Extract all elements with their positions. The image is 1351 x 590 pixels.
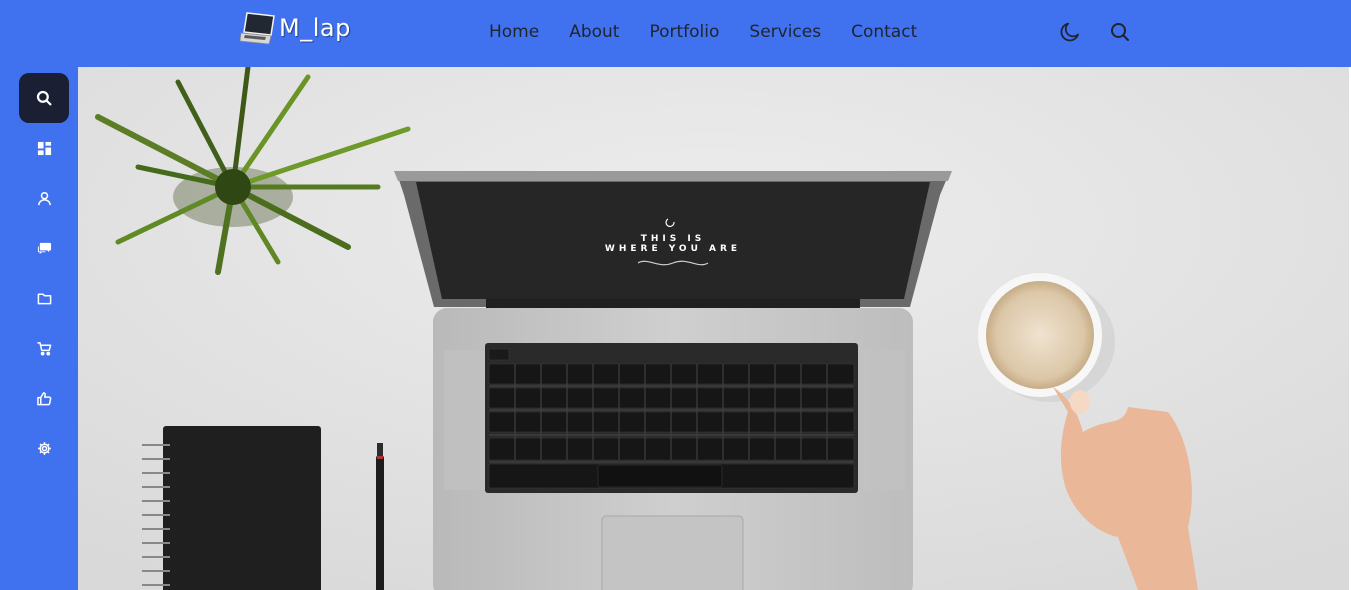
laptop-logo-icon bbox=[240, 12, 275, 45]
laptop-decoration: THIS IS WHERE YOU ARE bbox=[394, 171, 952, 590]
sidebar-item-search[interactable] bbox=[19, 73, 69, 123]
nav-contact[interactable]: Contact bbox=[851, 20, 917, 44]
sidebar-item-settings[interactable] bbox=[19, 428, 69, 468]
nav-services[interactable]: Services bbox=[749, 20, 821, 44]
chat-icon bbox=[37, 242, 51, 254]
gear-icon bbox=[37, 441, 51, 455]
sidebar-item-dashboard[interactable] bbox=[19, 128, 69, 168]
user-icon bbox=[37, 191, 51, 205]
hero-banner: THIS IS WHERE YOU ARE bbox=[78, 67, 1349, 590]
sidebar-item-likes[interactable] bbox=[19, 378, 69, 418]
top-header: M_lap Home About Portfolio Services Cont… bbox=[0, 0, 1351, 67]
main-nav: Home About Portfolio Services Contact bbox=[489, 20, 917, 44]
folder-icon bbox=[37, 293, 51, 304]
nav-about[interactable]: About bbox=[569, 20, 619, 44]
nav-portfolio[interactable]: Portfolio bbox=[649, 20, 719, 44]
search-icon bbox=[36, 90, 52, 106]
sidebar bbox=[0, 67, 78, 590]
hero-image: THIS IS WHERE YOU ARE bbox=[78, 67, 1349, 590]
screen-text-2: WHERE YOU ARE bbox=[605, 244, 741, 254]
dashboard-icon bbox=[37, 141, 51, 155]
search-icon[interactable] bbox=[1108, 20, 1132, 44]
sidebar-item-files[interactable] bbox=[19, 278, 69, 318]
thumbs-up-icon bbox=[36, 391, 51, 405]
sidebar-item-cart[interactable] bbox=[19, 328, 69, 368]
pen-decoration bbox=[376, 443, 384, 590]
screen-text-1: THIS IS bbox=[641, 234, 705, 244]
cart-icon bbox=[36, 341, 51, 356]
site-logo[interactable]: M_lap bbox=[240, 8, 351, 48]
sidebar-item-profile[interactable] bbox=[19, 178, 69, 218]
moon-icon[interactable] bbox=[1058, 20, 1082, 44]
sidebar-item-messages[interactable] bbox=[19, 228, 69, 268]
logo-text: M_lap bbox=[279, 14, 351, 42]
notebook-decoration bbox=[142, 426, 321, 590]
nav-home[interactable]: Home bbox=[489, 20, 539, 44]
